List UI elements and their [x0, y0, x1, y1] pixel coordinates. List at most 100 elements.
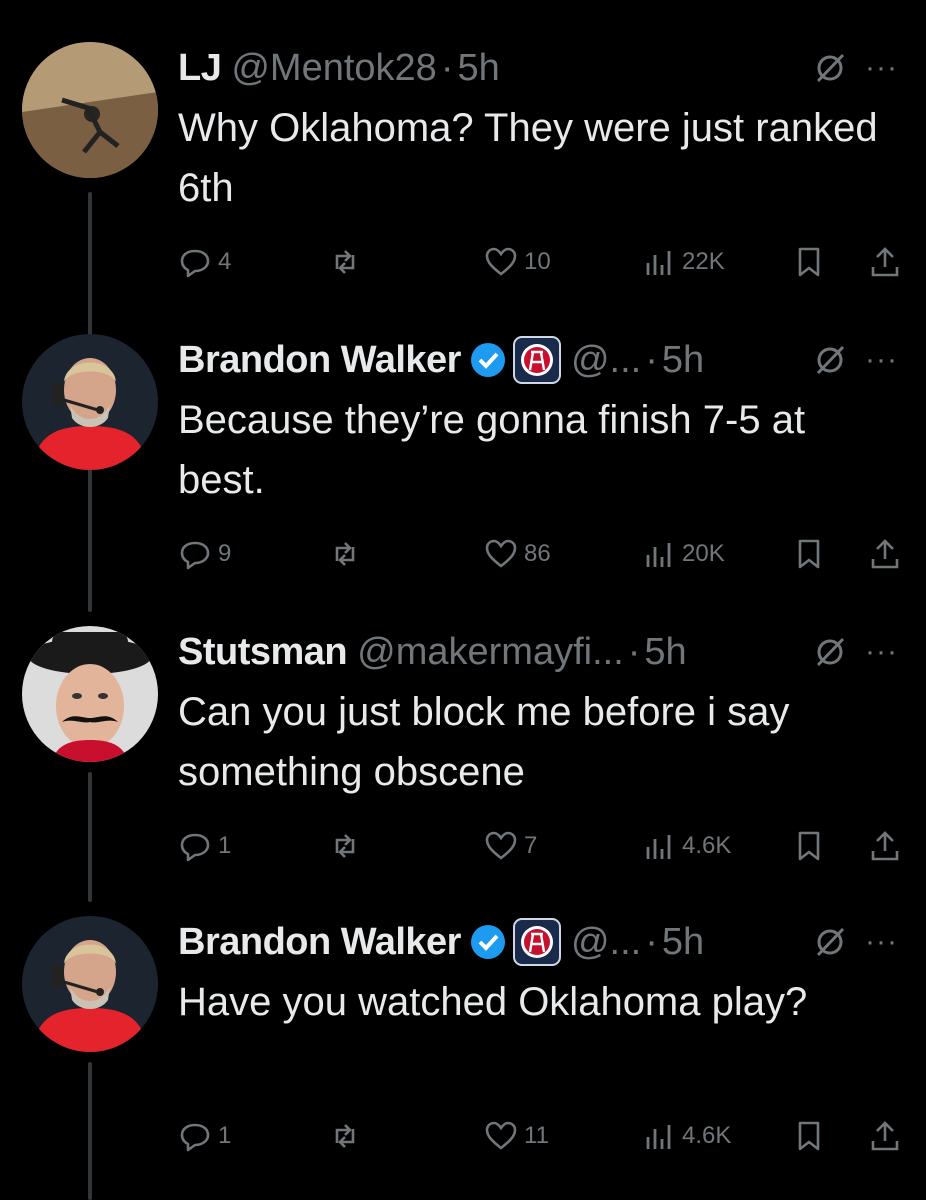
- view-count: 20K: [682, 540, 725, 567]
- author-handle[interactable]: @...: [571, 921, 641, 964]
- avatar[interactable]: [22, 916, 158, 1052]
- tweet[interactable]: Brandon Walker @... · 5h ··· Because the…: [0, 292, 926, 582]
- reply-icon: [180, 1123, 210, 1152]
- reply-count: 1: [218, 832, 232, 859]
- tweet[interactable]: Stutsman @makermayfi... · 5h ··· Can you…: [0, 584, 926, 874]
- retweet-button[interactable]: [328, 1114, 362, 1158]
- views-button[interactable]: 22K: [642, 240, 725, 284]
- author-handle[interactable]: @...: [571, 339, 641, 382]
- more-options-icon[interactable]: ···: [865, 925, 898, 959]
- like-button[interactable]: 10: [484, 240, 551, 284]
- author-name[interactable]: LJ: [178, 47, 222, 90]
- view-count: 4.6K: [682, 832, 732, 859]
- author-name[interactable]: Stutsman: [178, 631, 348, 674]
- verified-badge-icon: [470, 925, 505, 959]
- tweet-header: Brandon Walker @... · 5h ···: [178, 914, 898, 970]
- tweet-text: Can you just block me before i say somet…: [178, 690, 790, 794]
- like-count: 11: [524, 1122, 549, 1149]
- reply-button[interactable]: 1: [178, 824, 231, 868]
- separator-dot: ·: [645, 338, 658, 381]
- views-icon: [646, 1125, 671, 1149]
- retweet-icon: [335, 1124, 355, 1148]
- tweet-header: Stutsman @makermayfi... · 5h ···: [178, 624, 898, 680]
- like-count: 86: [524, 540, 551, 567]
- bookmark-button[interactable]: [792, 1114, 826, 1158]
- tweet[interactable]: Brandon Walker @... · 5h ··· Have you wa…: [0, 874, 926, 1164]
- reply-button[interactable]: 4: [178, 240, 231, 284]
- timestamp[interactable]: 5h: [662, 921, 704, 964]
- bookmark-button[interactable]: [792, 240, 826, 284]
- share-icon: [871, 539, 899, 569]
- heart-icon: [485, 1121, 517, 1150]
- bookmark-button[interactable]: [792, 824, 826, 868]
- share-button[interactable]: [868, 532, 902, 576]
- share-button[interactable]: [868, 240, 902, 284]
- retweet-button[interactable]: [328, 240, 362, 284]
- like-count: 7: [524, 832, 538, 859]
- share-icon: [871, 831, 899, 861]
- grok-icon[interactable]: [812, 924, 848, 960]
- views-button[interactable]: 20K: [642, 532, 725, 576]
- timestamp[interactable]: 5h: [457, 47, 499, 90]
- tweet-header: Brandon Walker @... · 5h ···: [178, 332, 898, 388]
- share-icon: [871, 247, 899, 277]
- retweet-icon: [335, 250, 355, 274]
- tweet[interactable]: LJ @Mentok28 · 5h ··· Why Oklahoma? They…: [0, 0, 926, 290]
- reply-button[interactable]: 1: [178, 1114, 231, 1158]
- reply-icon: [180, 833, 210, 862]
- bookmark-icon: [798, 831, 820, 861]
- reply-count: 4: [218, 248, 232, 275]
- share-button[interactable]: [868, 1114, 902, 1158]
- separator-dot: ·: [645, 920, 658, 963]
- author-handle[interactable]: @makermayfi...: [357, 631, 624, 674]
- more-options-icon[interactable]: ···: [865, 635, 898, 669]
- reply-count: 1: [218, 1122, 232, 1149]
- reply-count: 9: [218, 540, 232, 567]
- bookmark-icon: [798, 247, 820, 277]
- barstool-affiliate-badge-icon: [512, 336, 561, 384]
- separator-dot: ·: [627, 630, 641, 673]
- bookmark-icon: [798, 539, 820, 569]
- avatar[interactable]: [22, 42, 158, 178]
- tweet-actions: 1 11 4.6K: [178, 1114, 908, 1158]
- author-name[interactable]: Brandon Walker: [178, 921, 461, 964]
- timestamp[interactable]: 5h: [662, 339, 704, 382]
- tweet-text: Have you watched Oklahoma play?: [178, 980, 808, 1024]
- retweet-icon: [335, 542, 355, 566]
- timestamp[interactable]: 5h: [644, 631, 686, 674]
- views-icon: [646, 835, 671, 859]
- views-icon: [646, 543, 671, 567]
- share-icon: [871, 1121, 899, 1151]
- views-button[interactable]: 4.6K: [642, 824, 731, 868]
- view-count: 4.6K: [682, 1122, 732, 1149]
- like-button[interactable]: 11: [484, 1114, 549, 1158]
- avatar[interactable]: [22, 334, 158, 470]
- tweet-header: LJ @Mentok28 · 5h ···: [178, 40, 898, 96]
- author-name[interactable]: Brandon Walker: [178, 339, 461, 382]
- like-button[interactable]: 86: [484, 532, 551, 576]
- avatar[interactable]: [22, 626, 158, 762]
- tweet-actions: 1 7 4.6K: [178, 824, 908, 868]
- reply-icon: [180, 249, 210, 278]
- grok-icon[interactable]: [812, 634, 848, 670]
- more-options-icon[interactable]: ···: [865, 343, 898, 377]
- tweet-text: Why Oklahoma? They were just ranked 6th: [178, 106, 878, 210]
- grok-icon[interactable]: [812, 342, 848, 378]
- retweet-button[interactable]: [328, 532, 362, 576]
- more-options-icon[interactable]: ···: [865, 51, 898, 85]
- grok-icon[interactable]: [812, 50, 848, 86]
- views-button[interactable]: 4.6K: [642, 1114, 731, 1158]
- reply-button[interactable]: 9: [178, 532, 231, 576]
- bookmark-button[interactable]: [792, 532, 826, 576]
- like-button[interactable]: 7: [484, 824, 537, 868]
- share-button[interactable]: [868, 824, 902, 868]
- heart-icon: [485, 247, 517, 276]
- bookmark-icon: [798, 1121, 820, 1151]
- verified-badge-icon: [470, 343, 505, 377]
- reply-icon: [180, 541, 210, 570]
- tweet-actions: 4 10 22K: [178, 240, 908, 284]
- author-handle[interactable]: @Mentok28: [231, 47, 436, 90]
- retweet-button[interactable]: [328, 824, 362, 868]
- barstool-affiliate-badge-icon: [512, 918, 561, 966]
- tweet-actions: 9 86 20K: [178, 532, 908, 576]
